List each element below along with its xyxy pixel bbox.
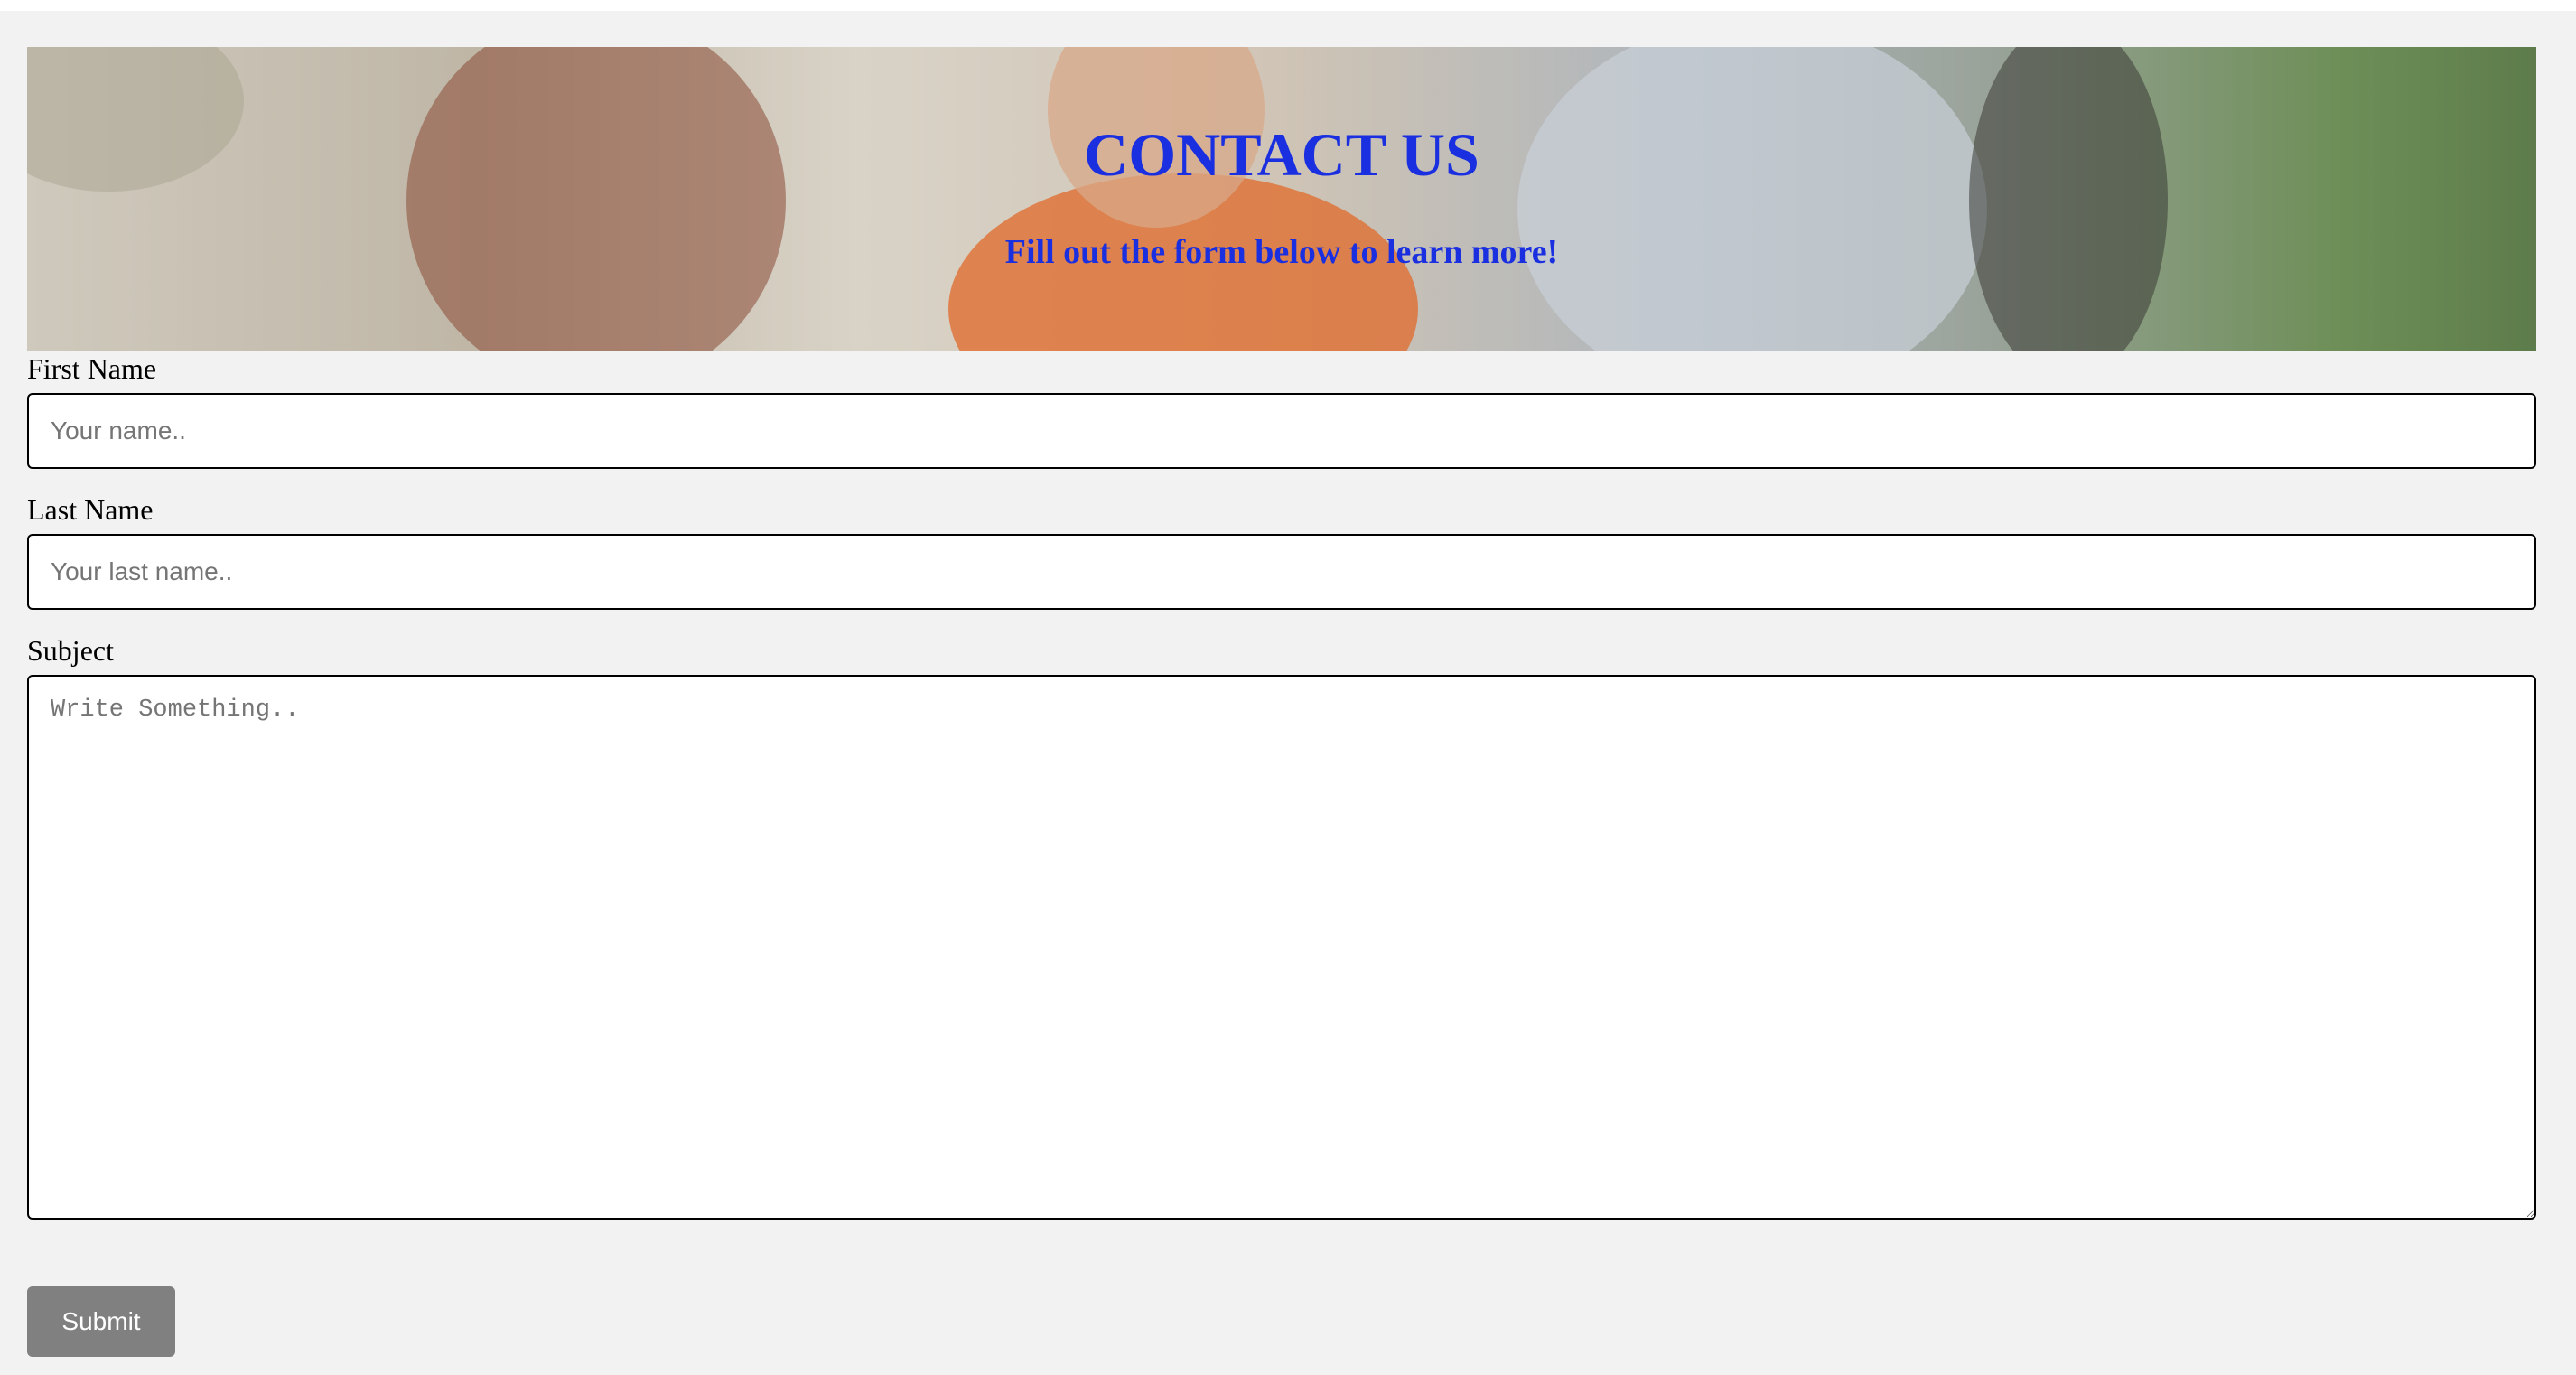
page-subtitle: Fill out the form below to learn more! (1004, 233, 1559, 271)
last-name-label: Last Name (27, 493, 154, 526)
first-name-label: First Name (27, 352, 157, 385)
subject-textarea[interactable] (27, 675, 2536, 1220)
submit-button[interactable]: Submit (27, 1286, 175, 1357)
subject-label: Subject (27, 634, 114, 667)
page-background: CONTACT US Fill out the form below to le… (0, 11, 2576, 1375)
hero-banner-image: CONTACT US Fill out the form below to le… (27, 47, 2536, 351)
last-name-input[interactable] (27, 534, 2536, 610)
contact-container: CONTACT US Fill out the form below to le… (27, 47, 2536, 1357)
first-name-input[interactable] (27, 393, 2536, 469)
page-title: CONTACT US (1084, 120, 1479, 189)
